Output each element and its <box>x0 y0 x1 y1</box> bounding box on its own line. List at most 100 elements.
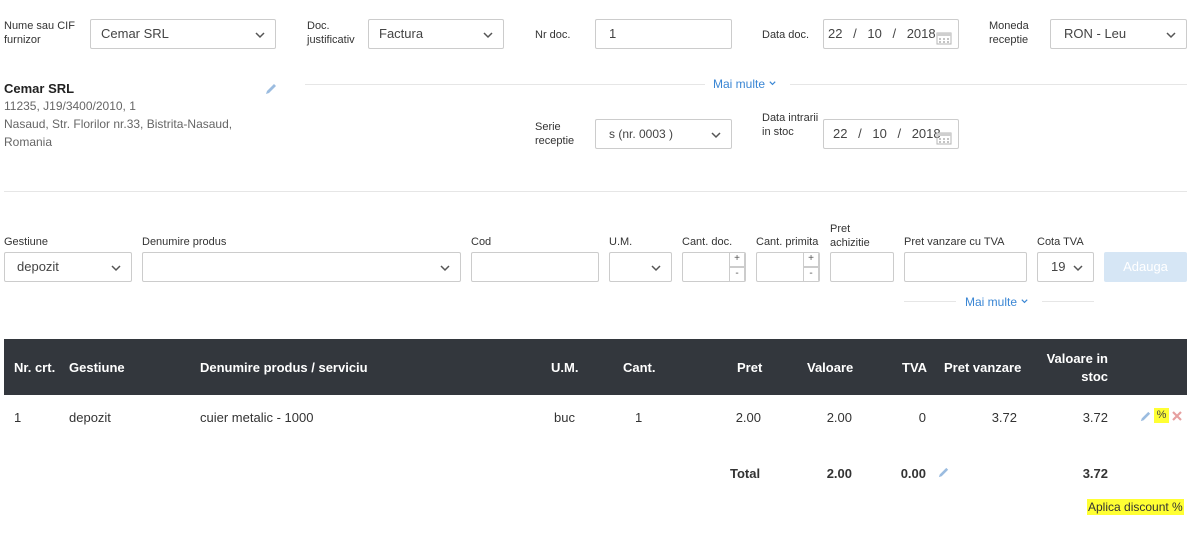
calendar-icon[interactable] <box>936 27 952 45</box>
chevron-down-icon <box>1164 28 1178 42</box>
supplier-label: Nume sau CIF furnizor <box>4 20 75 46</box>
stock-date-input[interactable]: 22 / 10 / 2018 <box>823 119 959 149</box>
sale-price-input[interactable] <box>904 252 1027 282</box>
chevron-down-icon <box>649 261 663 275</box>
col-header-price: Pret <box>737 360 763 375</box>
doc-type-label: Doc. justificativ <box>307 20 355 46</box>
col-header-product: Denumire produs / serviciu <box>200 360 368 375</box>
supplier-select-value: Cemar SRL <box>101 26 169 41</box>
doc-date-input[interactable]: 22 / 10 / 2018 <box>823 19 959 49</box>
doc-date-sep: / <box>853 26 857 41</box>
col-header-value: Valoare <box>807 360 854 375</box>
section-divider <box>4 191 1187 192</box>
cell-vat: 0 <box>918 410 926 425</box>
cell-qty: 1 <box>635 410 643 425</box>
increment-button[interactable]: + <box>729 253 745 267</box>
col-header-vat: TVA <box>902 360 928 375</box>
series-select-value: s (nr. 0003 ) <box>609 127 674 141</box>
supplier-select[interactable]: Cemar SRL <box>90 19 276 49</box>
calendar-icon[interactable] <box>936 127 952 145</box>
doc-number-input[interactable]: 1 <box>595 19 732 49</box>
col-header-um: U.M. <box>551 360 579 375</box>
chevron-down-icon <box>253 28 267 42</box>
total-stock-value: 3.72 <box>1082 466 1108 481</box>
add-line-button[interactable]: Adauga <box>1104 252 1187 282</box>
pencil-icon[interactable] <box>264 82 278 96</box>
series-select[interactable]: s (nr. 0003 ) <box>595 119 732 149</box>
supplier-card-country: Romania <box>4 135 53 149</box>
doc-date-day: 22 <box>828 26 843 41</box>
stock-date-month: 10 <box>872 126 887 141</box>
series-label: Serie receptie <box>535 121 575 147</box>
stock-date-sep: / <box>858 126 862 141</box>
chevron-down-icon <box>109 261 123 275</box>
doc-number-value: 1 <box>609 26 617 41</box>
gestiune-select-value: depozit <box>17 259 59 274</box>
more-link-top-label: Mai multe <box>713 77 766 91</box>
doc-type-select-value: Factura <box>379 26 424 41</box>
vat-select-value: 19 <box>1051 259 1066 274</box>
currency-label: Moneda receptie <box>989 20 1029 46</box>
code-label: Cod <box>471 236 492 248</box>
divider <box>904 301 956 302</box>
percent-icon[interactable]: % <box>1154 408 1169 423</box>
purchase-price-label: Pret achizitie <box>830 223 870 249</box>
cell-value: 2.00 <box>826 410 852 425</box>
supplier-card-name: Cemar SRL <box>4 81 75 96</box>
stock-date-sep: / <box>897 126 902 141</box>
decrement-button[interactable]: - <box>803 267 819 281</box>
total-label: Total <box>730 466 761 481</box>
qty-doc-label: Cant. doc. <box>682 236 733 248</box>
doc-type-select[interactable]: Factura <box>368 19 504 49</box>
purchase-price-input[interactable] <box>830 252 894 282</box>
doc-date-year: 2018 <box>906 26 936 41</box>
cell-nr: 1 <box>14 410 22 425</box>
cell-price: 2.00 <box>735 410 761 425</box>
code-input[interactable] <box>471 252 599 282</box>
col-header-nr: Nr. crt. <box>14 360 56 375</box>
qty-received-label: Cant. primita <box>756 236 819 248</box>
chevron-down-icon <box>709 128 723 142</box>
chevron-down-icon <box>1071 261 1085 275</box>
total-vat: 0.00 <box>900 466 926 481</box>
col-header-stock-value: Valoare in stoc <box>1046 351 1108 384</box>
doc-date-label: Data doc. <box>762 29 810 41</box>
more-link-top[interactable]: Mai multe <box>713 77 777 91</box>
divider <box>790 84 1187 85</box>
gestiune-select[interactable]: depozit <box>4 252 132 282</box>
decrement-button[interactable]: - <box>729 267 745 281</box>
chevron-down-icon <box>1021 299 1028 304</box>
col-header-qty: Cant. <box>623 360 656 375</box>
vat-label: Cota TVA <box>1037 236 1084 248</box>
delete-icon[interactable] <box>1171 410 1183 422</box>
product-label: Denumire produs <box>142 236 227 248</box>
pencil-icon[interactable] <box>937 466 950 479</box>
col-header-gestiune: Gestiune <box>69 360 125 375</box>
chevron-down-icon <box>481 28 495 42</box>
cell-gestiune: depozit <box>69 410 111 425</box>
chevron-down-icon <box>769 81 776 86</box>
doc-date-sep: / <box>892 26 897 41</box>
divider <box>305 84 705 85</box>
cell-sale-price: 3.72 <box>991 410 1017 425</box>
qty-doc-stepper-buttons: + - <box>729 253 745 281</box>
more-link-bottom[interactable]: Mai multe <box>965 295 1029 309</box>
cell-um: buc <box>554 410 575 425</box>
apply-discount-link[interactable]: Aplica discount % <box>1087 499 1184 515</box>
pencil-icon[interactable] <box>1139 410 1152 423</box>
chevron-down-icon <box>438 261 452 275</box>
doc-number-label: Nr doc. <box>535 29 571 41</box>
vat-select[interactable]: 19 <box>1037 252 1094 282</box>
supplier-card-address: Nasaud, Str. Florilor nr.33, Bistrita-Na… <box>4 117 233 131</box>
product-select[interactable] <box>142 252 461 282</box>
currency-select-value: RON - Leu <box>1064 26 1127 41</box>
qty-received-stepper[interactable]: + - <box>756 252 820 282</box>
supplier-card-registration: 11235, J19/3400/2010, 1 <box>4 99 136 113</box>
um-label: U.M. <box>609 236 633 248</box>
currency-select[interactable]: RON - Leu <box>1050 19 1187 49</box>
um-select[interactable] <box>609 252 672 282</box>
more-link-bottom-label: Mai multe <box>965 295 1018 309</box>
doc-date-month: 10 <box>867 26 882 41</box>
qty-doc-stepper[interactable]: + - <box>682 252 746 282</box>
increment-button[interactable]: + <box>803 253 819 267</box>
